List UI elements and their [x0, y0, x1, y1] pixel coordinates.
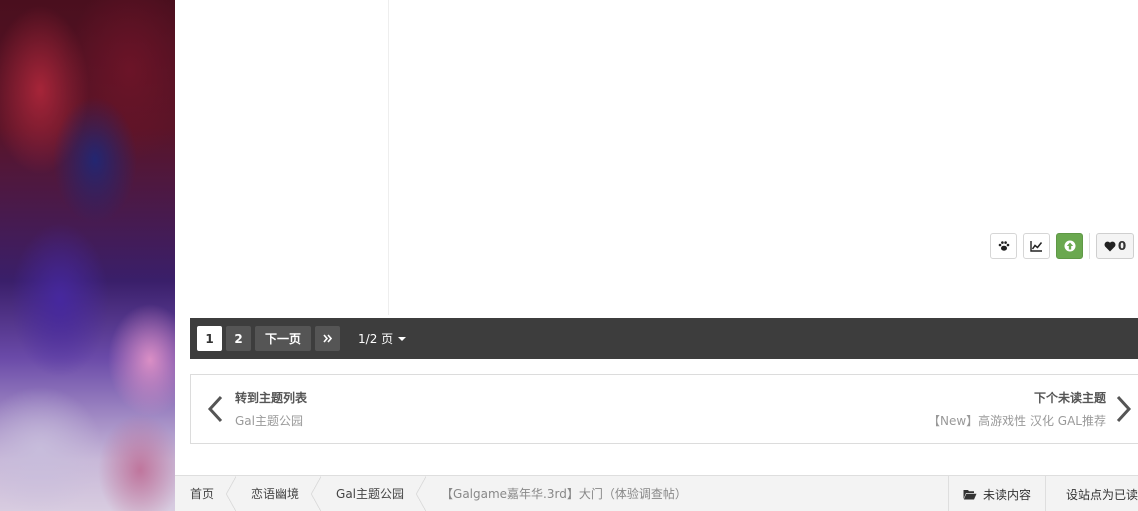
breadcrumb: 首页 恋语幽境 Gal主题公园 【Galgame嘉年华.3rd】大门（体验调查帖…	[175, 475, 1138, 511]
paw-button[interactable]	[990, 233, 1017, 259]
double-chevron-right-icon	[323, 334, 333, 343]
arrow-up-icon	[1064, 240, 1075, 252]
back-to-topic-list-link[interactable]: 转到主题列表 Gal主题公园	[191, 375, 307, 443]
next-nav-title: 下个未读主题	[1033, 391, 1106, 405]
topic-navigation: 转到主题列表 Gal主题公园 下个未读主题 【New】高游戏性 汉化 GAL推荐	[190, 374, 1138, 444]
caret-down-icon	[398, 336, 407, 341]
mark-site-read-label: 设站点为已读	[1066, 487, 1138, 502]
breadcrumb-actions: 未读内容 设站点为已读	[947, 476, 1138, 511]
breadcrumb-forum[interactable]: Gal主题公园	[321, 475, 427, 511]
page-jump-label: 1/2 页	[358, 332, 394, 346]
chevron-left-icon	[207, 395, 223, 423]
main-content: 0 1 2 下一页 1/2 页 转到主题列表 Gal主题公园 下个未读主题 【N…	[175, 0, 1138, 511]
breadcrumb-current-topic: 【Galgame嘉年华.3rd】大门（体验调查帖）	[441, 487, 687, 501]
next-nav-subtitle: 【New】高游戏性 汉化 GAL推荐	[928, 414, 1106, 428]
upvote-button[interactable]	[1056, 233, 1083, 259]
page-2-button[interactable]: 2	[226, 326, 251, 351]
prev-nav-subtitle: Gal主题公园	[235, 414, 303, 428]
breadcrumb-home[interactable]: 首页	[175, 475, 237, 511]
chevron-right-icon	[1116, 395, 1132, 423]
post-author-column	[175, 0, 389, 315]
page-1-button[interactable]: 1	[197, 326, 222, 351]
heart-icon	[1104, 241, 1116, 251]
post-action-bar: 0	[990, 233, 1134, 259]
chart-line-icon	[1030, 241, 1043, 252]
pagination-bar: 1 2 下一页 1/2 页	[190, 318, 1138, 359]
unread-content-label: 未读内容	[982, 487, 1031, 502]
action-divider	[1089, 233, 1090, 259]
breadcrumb-category[interactable]: 恋语幽境	[236, 475, 322, 511]
stats-button[interactable]	[1023, 233, 1050, 259]
like-count: 0	[1117, 239, 1127, 253]
next-page-button[interactable]: 下一页	[255, 326, 312, 351]
next-unread-topic-link[interactable]: 下个未读主题 【New】高游戏性 汉化 GAL推荐	[928, 375, 1138, 443]
like-button[interactable]: 0	[1096, 233, 1134, 259]
folder-open-icon	[963, 489, 977, 499]
last-page-button[interactable]	[315, 326, 341, 351]
page-jump-dropdown[interactable]: 1/2 页	[358, 330, 407, 347]
mark-site-read-button[interactable]: 设站点为已读	[1045, 476, 1138, 511]
prev-nav-title: 转到主题列表	[235, 391, 308, 405]
unread-content-button[interactable]: 未读内容	[947, 476, 1045, 511]
paw-icon	[998, 241, 1009, 251]
blurred-background-art	[0, 0, 175, 511]
